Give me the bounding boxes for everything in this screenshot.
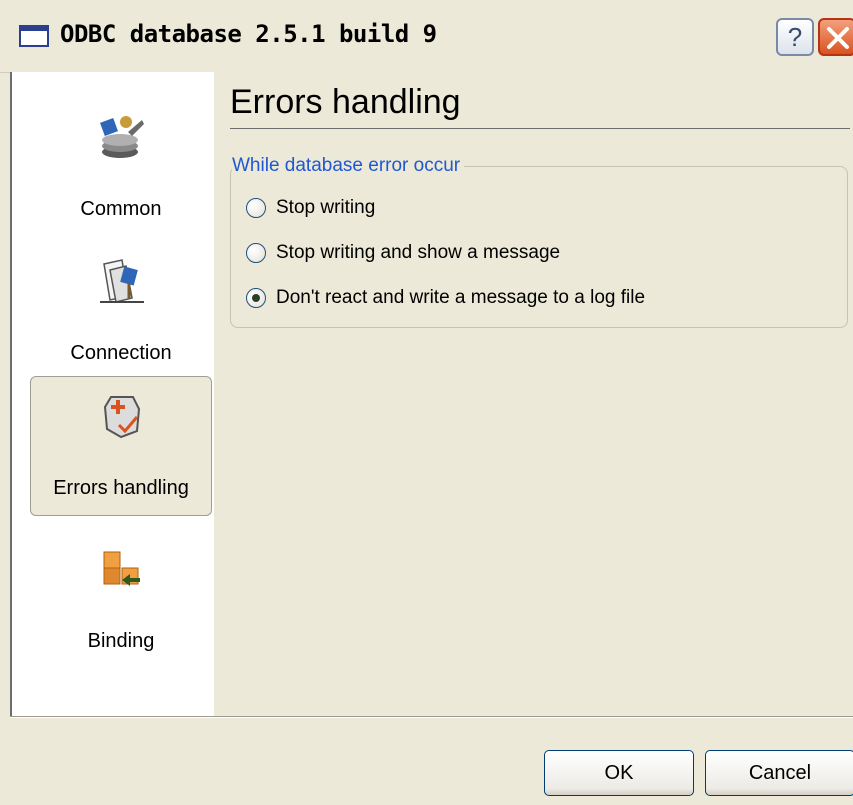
sidebar-item-label: Errors handling — [53, 477, 189, 499]
cancel-button[interactable]: Cancel — [705, 750, 853, 796]
radio-label: Stop writing and show a message — [276, 242, 561, 263]
page-title: Errors handling — [230, 83, 461, 121]
connection-icon — [100, 259, 144, 303]
sidebar-item-errors-handling[interactable]: Errors handling — [30, 376, 212, 516]
radio-label: Don't react and write a message to a log… — [276, 287, 646, 308]
dialog-window: ODBC database 2.5.1 build 9 ? Common Con… — [0, 0, 853, 805]
close-button[interactable] — [818, 18, 853, 56]
sidebar-item-label: Binding — [87, 630, 155, 652]
ok-button[interactable]: OK — [544, 750, 694, 796]
errors-handling-icon — [103, 396, 141, 439]
sidebar-item-connection[interactable]: Connection — [30, 242, 212, 382]
group-legend: While database error occur — [232, 153, 465, 179]
sidebar-item-label: Common — [80, 198, 162, 220]
help-button[interactable]: ? — [776, 18, 814, 56]
footer-divider-highlight — [10, 717, 853, 718]
window-icon — [19, 25, 49, 47]
radio-label: Stop writing — [276, 197, 376, 218]
radio-button[interactable] — [246, 243, 266, 263]
title-bar[interactable]: ODBC database 2.5.1 build 9 ? — [0, 0, 853, 73]
sidebar-item-label: Connection — [70, 342, 172, 364]
sidebar: Common Connection Errors handling Bindin… — [10, 72, 216, 716]
window-title: ODBC database 2.5.1 build 9 — [60, 20, 437, 48]
radio-button-checked[interactable] — [246, 288, 266, 308]
sidebar-item-binding[interactable]: Binding — [30, 530, 212, 670]
title-divider — [230, 128, 850, 129]
radio-option-stop-writing[interactable]: Stop writing — [246, 193, 375, 223]
radio-option-stop-writing-show-message[interactable]: Stop writing and show a message — [246, 238, 560, 268]
close-icon — [827, 27, 849, 49]
radio-option-write-log[interactable]: Don't react and write a message to a log… — [246, 283, 645, 313]
sidebar-item-common[interactable]: Common — [30, 98, 212, 238]
radio-button[interactable] — [246, 198, 266, 218]
database-common-icon — [100, 116, 144, 158]
binding-icon — [103, 551, 140, 586]
